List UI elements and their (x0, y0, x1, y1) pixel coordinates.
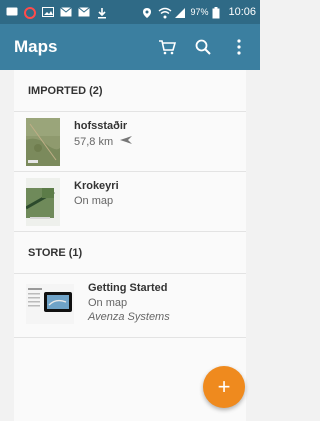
plus-icon: + (217, 374, 231, 399)
location-icon (142, 7, 154, 18)
image-icon (42, 7, 54, 17)
wifi-icon (158, 7, 172, 19)
map-thumbnail (26, 118, 60, 166)
map-title: hofsstaðir (74, 120, 128, 132)
battery-icon (212, 7, 224, 19)
section-header-imported: IMPORTED (2) (14, 70, 246, 112)
status-bar: 97% 10:06 (0, 0, 260, 24)
list-item-map[interactable]: Krokeyri On map (14, 172, 246, 232)
battery-percent: 97% (190, 7, 209, 17)
list-item-map[interactable]: hofsstaðir 57,8 km (14, 112, 246, 172)
search-icon[interactable] (192, 36, 214, 58)
section-header-store: STORE (1) (14, 232, 246, 274)
mail-icon (78, 7, 90, 17)
map-publisher: Avenza Systems (88, 311, 170, 323)
mail-icon (60, 7, 72, 17)
map-title: Krokeyri (74, 180, 119, 192)
clock: 10:06 (228, 6, 256, 18)
add-map-button[interactable]: + (203, 366, 245, 408)
direction-arrow-icon (119, 135, 133, 148)
store-cart-icon[interactable] (156, 36, 178, 58)
map-title: Getting Started (88, 282, 168, 294)
maps-list: IMPORTED (2) hofsstaðir 57,8 km Krokeyri… (14, 70, 246, 421)
map-thumbnail (26, 178, 60, 226)
message-icon (6, 7, 18, 17)
map-status: On map (88, 297, 128, 309)
more-vert-icon[interactable] (228, 36, 250, 58)
page-title: Maps (14, 37, 58, 56)
map-status: On map (74, 195, 114, 207)
map-thumbnail (26, 284, 74, 324)
circle-app-icon (24, 7, 36, 19)
app-bar: Maps (0, 24, 260, 70)
list-item-map[interactable]: Getting Started On map Avenza Systems (14, 274, 246, 338)
signal-icon (174, 7, 186, 18)
map-distance: 57,8 km (74, 135, 114, 148)
download-icon (96, 7, 108, 19)
